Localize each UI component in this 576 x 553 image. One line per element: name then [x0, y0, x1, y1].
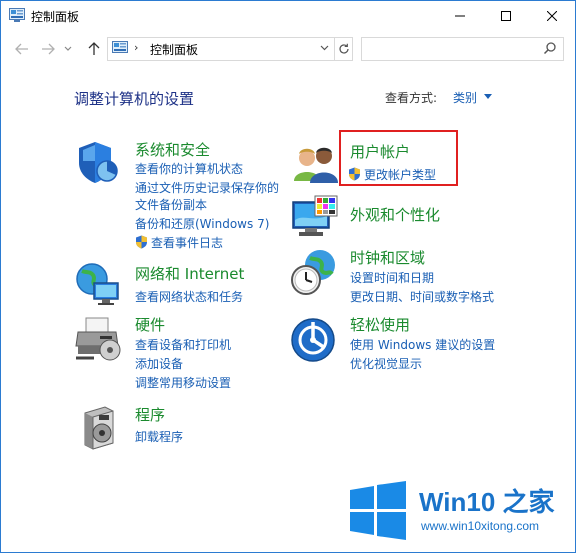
- close-button[interactable]: [529, 1, 575, 31]
- arrow-up-icon: [88, 42, 100, 55]
- ease-of-access-icon[interactable]: [291, 316, 339, 364]
- address-bar[interactable]: › 控制面板: [107, 37, 353, 61]
- watermark-title: Win10 之家: [419, 487, 555, 517]
- appearance-monitor-icon[interactable]: [291, 194, 339, 242]
- recent-locations-button[interactable]: [63, 40, 73, 58]
- user-accounts-icon[interactable]: [292, 141, 340, 189]
- system-security-shield-icon[interactable]: [75, 139, 123, 187]
- hardware-printer-icon[interactable]: [74, 314, 122, 362]
- view-by-caret-icon[interactable]: [484, 94, 492, 99]
- page-heading: 调整计算机的设置: [74, 90, 195, 108]
- category-clock-region[interactable]: 时钟和区域: [350, 247, 425, 268]
- link-view-computer-status[interactable]: 查看你的计算机状态: [135, 160, 243, 177]
- link-backup-restore-win7[interactable]: 备份和还原(Windows 7): [135, 215, 269, 232]
- highlight-box: [339, 130, 458, 186]
- network-globe-icon[interactable]: [74, 261, 122, 309]
- link-view-event-logs-label: 查看事件日志: [151, 236, 224, 250]
- maximize-button[interactable]: [483, 1, 529, 31]
- search-box[interactable]: [361, 37, 564, 61]
- chevron-down-icon: [64, 46, 72, 51]
- category-hardware[interactable]: 硬件: [135, 314, 165, 335]
- programs-disc-icon[interactable]: [77, 403, 125, 451]
- link-change-date-time-format[interactable]: 更改日期、时间或数字格式: [350, 288, 494, 305]
- link-optimize-visual-display[interactable]: 优化视觉显示: [350, 355, 422, 372]
- clock-region-icon[interactable]: [290, 248, 338, 296]
- minimize-icon: [455, 15, 465, 17]
- title-bar[interactable]: 控制面板: [1, 1, 575, 31]
- minimize-button[interactable]: [437, 1, 483, 31]
- arrow-right-icon: [42, 43, 55, 55]
- link-file-history-save[interactable]: 通过文件历史记录保存你的: [135, 179, 279, 196]
- link-set-time-date[interactable]: 设置时间和日期: [350, 269, 434, 286]
- navigation-bar: › 控制面板: [1, 31, 575, 67]
- link-view-devices-printers[interactable]: 查看设备和打印机: [135, 336, 231, 353]
- refresh-button[interactable]: [334, 38, 353, 60]
- link-add-device[interactable]: 添加设备: [135, 355, 183, 372]
- search-icon[interactable]: [543, 41, 557, 55]
- category-system-security[interactable]: 系统和安全: [135, 139, 210, 160]
- view-by-dropdown[interactable]: 类别: [453, 89, 477, 106]
- back-button[interactable]: [13, 40, 31, 58]
- close-icon: [547, 11, 557, 21]
- uac-shield-icon: [136, 235, 147, 249]
- breadcrumb-control-panel[interactable]: 控制面板: [150, 41, 198, 58]
- breadcrumb-separator[interactable]: ›: [134, 41, 138, 54]
- category-ease-of-access[interactable]: 轻松使用: [350, 314, 410, 335]
- view-by-label: 查看方式:: [385, 91, 438, 105]
- link-view-event-logs[interactable]: 查看事件日志: [135, 234, 223, 251]
- up-button[interactable]: [85, 40, 103, 58]
- search-input[interactable]: [366, 40, 540, 58]
- address-dropdown-button[interactable]: [317, 41, 331, 55]
- link-use-recommended-settings[interactable]: 使用 Windows 建议的设置: [350, 336, 495, 353]
- chevron-down-icon: [320, 45, 328, 51]
- category-programs[interactable]: 程序: [135, 404, 165, 425]
- category-appearance-personalization[interactable]: 外观和个性化: [350, 204, 440, 225]
- link-mobility-settings[interactable]: 调整常用移动设置: [135, 374, 231, 391]
- refresh-icon: [339, 43, 349, 54]
- control-panel-icon: [112, 41, 128, 53]
- control-panel-window: 控制面板 › 控制面板 调整计算机的设置 查看方式: 类别 系统和安全 查看你的…: [0, 0, 576, 553]
- windows-logo-icon: [350, 481, 406, 540]
- link-file-backup-copies[interactable]: 文件备份副本: [135, 196, 207, 213]
- maximize-icon: [501, 11, 511, 21]
- watermark-url: www.win10xitong.com: [421, 519, 540, 533]
- arrow-left-icon: [15, 43, 28, 55]
- control-panel-icon: [9, 8, 25, 22]
- category-network-internet[interactable]: 网络和 Internet: [135, 263, 244, 284]
- forward-button[interactable]: [39, 40, 57, 58]
- link-view-network-status[interactable]: 查看网络状态和任务: [135, 288, 243, 305]
- link-uninstall-program[interactable]: 卸载程序: [135, 428, 183, 445]
- window-title: 控制面板: [31, 10, 80, 24]
